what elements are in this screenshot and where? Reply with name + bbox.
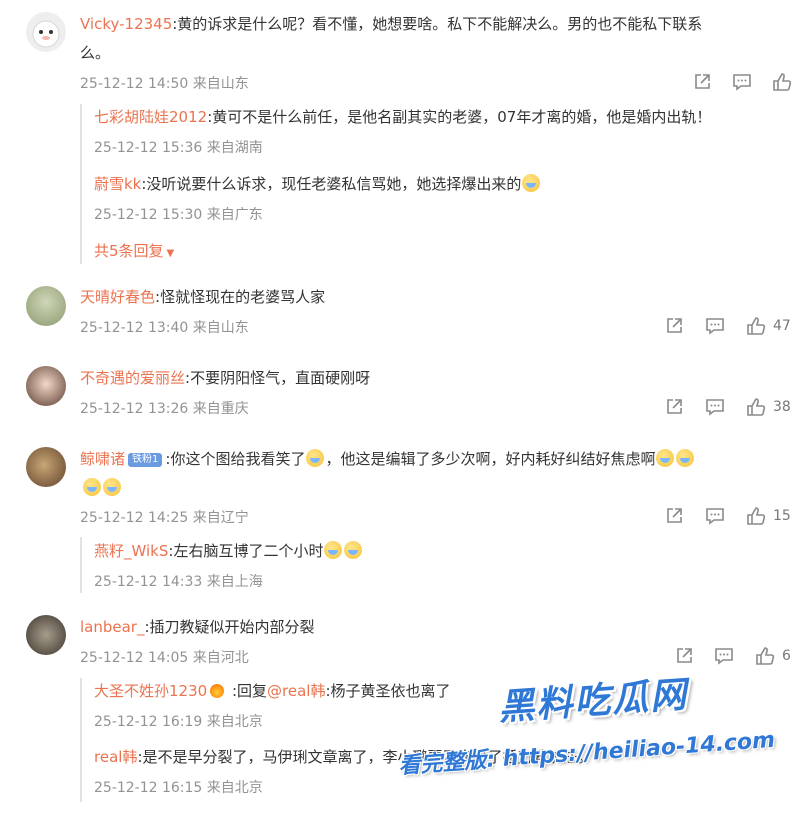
avatar[interactable] <box>26 12 66 52</box>
like-count: 47 <box>773 318 791 334</box>
caret-down-icon: ▼ <box>166 248 175 259</box>
comment-text: lanbear_:插刀教疑似开始内部分裂 <box>80 618 315 636</box>
emoji-icon <box>656 449 675 467</box>
more-replies-link[interactable]: 共5条回复 ▼ <box>94 240 174 261</box>
fire-badge-icon <box>210 684 225 698</box>
username[interactable]: real韩 <box>94 748 137 766</box>
share-icon[interactable] <box>664 316 684 336</box>
reply-text: 燕籽_WikS:左右脑互博了二个小时 <box>94 540 363 562</box>
avatar[interactable] <box>26 286 66 326</box>
share-icon[interactable] <box>674 646 694 666</box>
reply-text: 蔚雪kk:没听说要什么诉求，现任老婆私信骂她，她选择爆出来的 <box>94 173 541 195</box>
watermark-url: 看完整版: https://heiliao-14.com <box>397 727 776 780</box>
mention-link[interactable]: @real韩 <box>267 682 325 700</box>
comment-icon[interactable] <box>705 506 725 526</box>
comment-icon[interactable] <box>705 397 725 417</box>
avatar[interactable] <box>26 366 66 406</box>
share-icon[interactable] <box>692 72 712 92</box>
reply-bar <box>80 104 82 264</box>
avatar[interactable] <box>26 615 66 655</box>
username[interactable]: Vicky-12345 <box>80 15 172 33</box>
fan-badge: 铁粉1 <box>128 453 163 467</box>
reply-meta: 25-12-12 16:15 来自北京 <box>94 780 263 796</box>
comment-meta: 25-12-12 14:25 来自辽宁 <box>80 510 249 526</box>
comment-meta: 25-12-12 14:50 来自山东 <box>80 76 249 92</box>
like-icon[interactable] <box>746 316 766 336</box>
share-icon[interactable] <box>664 397 684 417</box>
username[interactable]: 燕籽_WikS <box>94 542 168 560</box>
reply-text: 大圣不姓孙1230 :回复@real韩:杨子黄圣依也离了 <box>94 682 451 700</box>
reply-meta: 25-12-12 15:36 来自湖南 <box>94 140 263 156</box>
watermark-logo: 黑料吃瓜网 <box>497 674 690 729</box>
emoji-icon <box>83 478 101 496</box>
username[interactable]: 天晴好春色 <box>80 288 155 306</box>
emoji-icon <box>344 541 363 559</box>
comment-meta: 25-12-12 14:05 来自河北 <box>80 650 249 666</box>
emoji-icon <box>522 174 541 192</box>
comment-text-continued: 么。 <box>80 44 111 62</box>
comment-icon[interactable] <box>732 72 752 92</box>
username[interactable]: 鲸啸诸 <box>80 450 125 468</box>
comment-icon[interactable] <box>714 646 734 666</box>
share-icon[interactable] <box>664 506 684 526</box>
avatar[interactable] <box>26 447 66 487</box>
like-icon[interactable] <box>746 397 766 417</box>
comment-text: 不奇遇的爱丽丝:不要阴阳怪气，直面硬刚呀 <box>80 369 371 387</box>
like-icon[interactable] <box>746 506 766 526</box>
reply-bar <box>80 537 82 593</box>
reply-meta: 25-12-12 14:33 来自上海 <box>94 574 263 590</box>
emoji-row <box>82 478 122 497</box>
comment-icon[interactable] <box>705 316 725 336</box>
comment-meta: 25-12-12 13:26 来自重庆 <box>80 401 249 417</box>
emoji-icon <box>306 449 325 467</box>
username[interactable]: 大圣不姓孙1230 <box>94 682 207 700</box>
comment-text: Vicky-12345:黄的诉求是什么呢？看不懂，她想要啥。私下不能解决么。男的… <box>80 15 703 33</box>
username[interactable]: lanbear_ <box>80 618 144 636</box>
like-count: 15 <box>773 508 791 524</box>
reply-bar <box>80 678 82 802</box>
like-count: 38 <box>773 399 791 415</box>
like-icon[interactable] <box>755 646 775 666</box>
username[interactable]: 不奇遇的爱丽丝 <box>80 369 185 387</box>
comment-text: 鲸啸诸 铁粉1:你这个图给我看笑了 ，他这是编辑了多少次啊，好内耗好纠结好焦虑啊 <box>80 448 780 470</box>
comment-text: 天晴好春色:怪就怪现在的老婆骂人家 <box>80 288 326 306</box>
emoji-icon <box>676 449 695 467</box>
reply-text: 七彩胡陆娃2012:黄可不是什么前任，是他名副其实的老婆，07年才离的婚，他是婚… <box>94 108 712 126</box>
comment-meta: 25-12-12 13:40 来自山东 <box>80 320 249 336</box>
like-count: 6 <box>782 648 791 664</box>
like-icon[interactable] <box>772 72 792 92</box>
username[interactable]: 七彩胡陆娃2012 <box>94 108 207 126</box>
username[interactable]: 蔚雪kk <box>94 175 141 193</box>
reply-meta: 25-12-12 16:19 来自北京 <box>94 714 263 730</box>
emoji-icon <box>103 478 121 496</box>
emoji-icon <box>324 541 343 559</box>
reply-meta: 25-12-12 15:30 来自广东 <box>94 207 263 223</box>
